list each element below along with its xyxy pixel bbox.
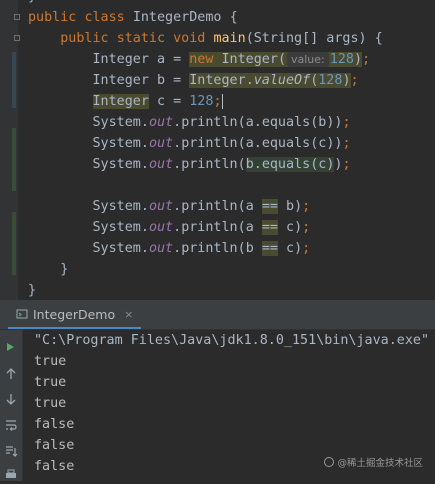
console-output-line: true <box>34 375 67 390</box>
scroll-to-end-icon[interactable] <box>2 442 20 460</box>
fold-toggle-icon[interactable] <box>14 35 20 41</box>
fold-toggle-icon[interactable] <box>14 14 20 20</box>
watermark-text: @稀土掘金技术社区 <box>337 458 423 469</box>
editor-gutter <box>0 0 20 300</box>
console-output-line: true <box>34 354 67 369</box>
parameter-hint: value: <box>287 52 329 67</box>
change-marker-added <box>12 128 16 191</box>
console-output-line: false <box>34 417 75 432</box>
code-line: public class IntegerDemo { <box>28 10 238 25</box>
console-command-line: "C:\Program Files\Java\jdk1.8.0_151\bin\… <box>34 333 430 348</box>
run-tab-integerdemo[interactable]: IntegerDemo × <box>8 301 142 329</box>
soft-wrap-icon[interactable] <box>2 416 20 434</box>
code-line: Integer b = Integer.valueOf(128); <box>92 73 359 88</box>
run-panel: IntegerDemo × "C:\Program Files\Java\jdk… <box>0 300 435 481</box>
rerun-icon[interactable] <box>2 338 20 356</box>
run-toolbar <box>0 330 23 481</box>
code-line-current: Integer c = 128; <box>92 93 223 109</box>
change-marker-added <box>12 212 16 275</box>
code-line: System.out.println(a == c); <box>92 220 311 235</box>
console-output-line: false <box>34 438 75 453</box>
print-icon[interactable] <box>2 466 20 484</box>
code-line: System.out.println(a.equals(c)); <box>92 136 351 151</box>
console-output-line: true <box>34 396 67 411</box>
watermark-logo-icon <box>324 457 335 467</box>
run-config-icon <box>16 309 28 319</box>
run-tab-label: IntegerDemo <box>33 306 116 322</box>
close-tab-icon[interactable]: × <box>124 308 133 321</box>
code-line: System.out.println(b.equals(c)); <box>92 157 351 172</box>
text-caret <box>221 93 223 109</box>
scroll-down-icon[interactable] <box>2 390 20 408</box>
change-marker-modified <box>12 52 16 108</box>
code-line: } <box>28 0 36 7</box>
code-line: } <box>60 262 69 277</box>
code-line: public static void main(String[] args) { <box>60 31 383 46</box>
code-line: Integer a = new Integer(value: 128); <box>92 52 371 67</box>
scroll-up-icon[interactable] <box>2 365 20 383</box>
code-line: System.out.println(a.equals(b)); <box>92 115 351 130</box>
run-tab-bar: IntegerDemo × <box>0 301 435 330</box>
code-line: } <box>28 283 37 298</box>
console-output-line: false <box>34 459 75 474</box>
watermark: @稀土掘金技术社区 <box>324 455 423 469</box>
code-editor[interactable]: } public class IntegerDemo { public stat… <box>0 0 435 300</box>
code-line: System.out.println(a == b); <box>92 199 311 214</box>
code-line: System.out.println(b == c); <box>92 241 311 256</box>
